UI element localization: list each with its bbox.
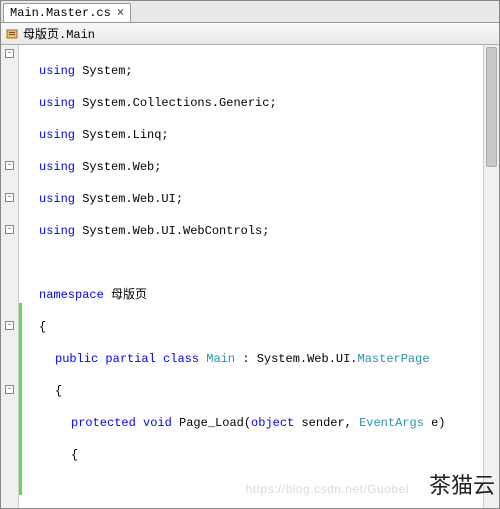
tab-bar: Main.Master.cs × <box>1 1 499 23</box>
fold-toggle[interactable]: - <box>5 385 14 394</box>
close-icon[interactable]: × <box>117 6 124 20</box>
vertical-scrollbar[interactable] <box>483 45 499 508</box>
code-editor[interactable]: - - - - - - using System; using System.C… <box>1 45 499 508</box>
nav-path: 母版页.Main <box>23 25 95 42</box>
file-tab[interactable]: Main.Master.cs × <box>3 3 131 22</box>
fold-toggle[interactable]: - <box>5 321 14 330</box>
fold-toggle[interactable]: - <box>5 225 14 234</box>
scroll-thumb[interactable] <box>486 47 497 167</box>
class-icon <box>5 27 19 41</box>
tab-filename: Main.Master.cs <box>10 6 111 20</box>
fold-toggle[interactable]: - <box>5 49 14 58</box>
fold-toggle[interactable]: - <box>5 193 14 202</box>
navigation-bar[interactable]: 母版页.Main <box>1 23 499 45</box>
code-text[interactable]: using System; using System.Collections.G… <box>19 45 499 508</box>
outline-gutter: - - - - - - <box>1 45 19 508</box>
fold-toggle[interactable]: - <box>5 161 14 170</box>
